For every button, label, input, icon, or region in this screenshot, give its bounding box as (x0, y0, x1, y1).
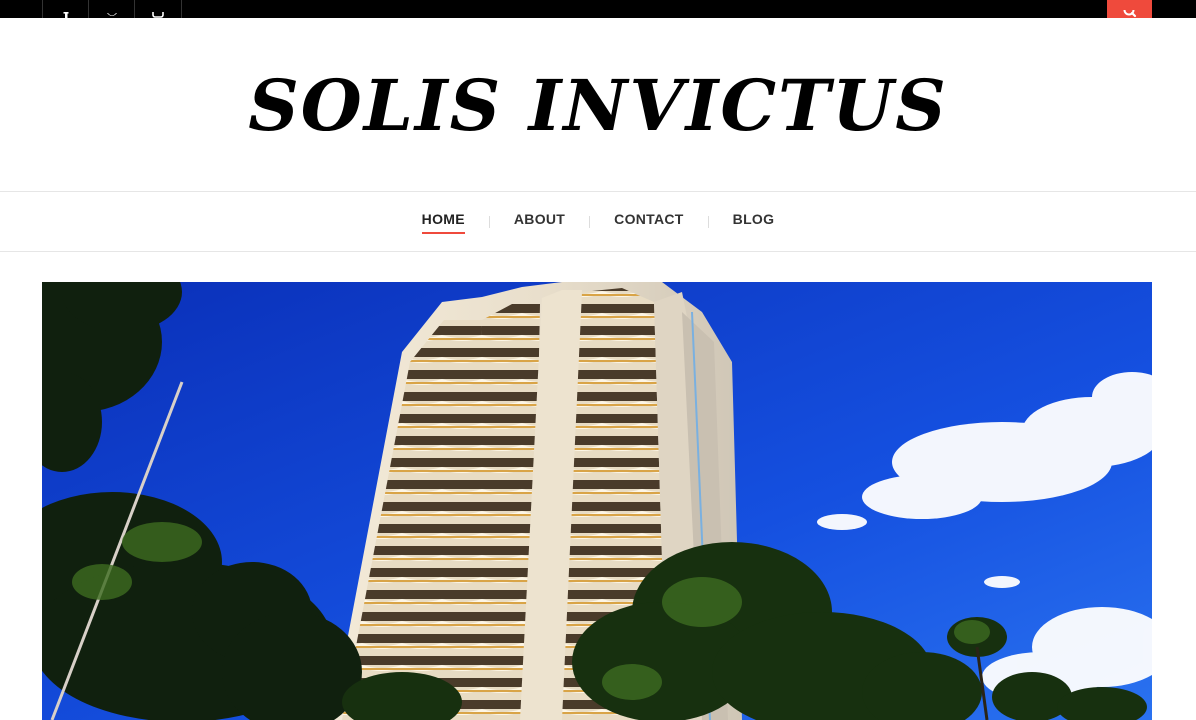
nav-item-about[interactable]: ABOUT (490, 192, 589, 251)
search-icon (1123, 10, 1136, 18)
instagram-link[interactable] (134, 0, 182, 18)
nav-list: HOME ABOUT CONTACT BLOG (0, 192, 1196, 251)
nav-item-contact[interactable]: CONTACT (590, 192, 708, 251)
facebook-link[interactable] (42, 0, 89, 18)
top-bar (0, 0, 1196, 18)
nav-item-home[interactable]: HOME (398, 192, 489, 251)
search-button[interactable] (1107, 0, 1152, 18)
hero-photo (42, 282, 1152, 720)
site-title[interactable]: SOLIS INVICTUS (0, 66, 1196, 146)
twitter-link[interactable] (88, 0, 135, 18)
hero-image[interactable] (42, 282, 1152, 720)
site-header: SOLIS INVICTUS (0, 18, 1196, 192)
main-nav: HOME ABOUT CONTACT BLOG (0, 192, 1196, 252)
nav-item-blog[interactable]: BLOG (709, 192, 799, 251)
